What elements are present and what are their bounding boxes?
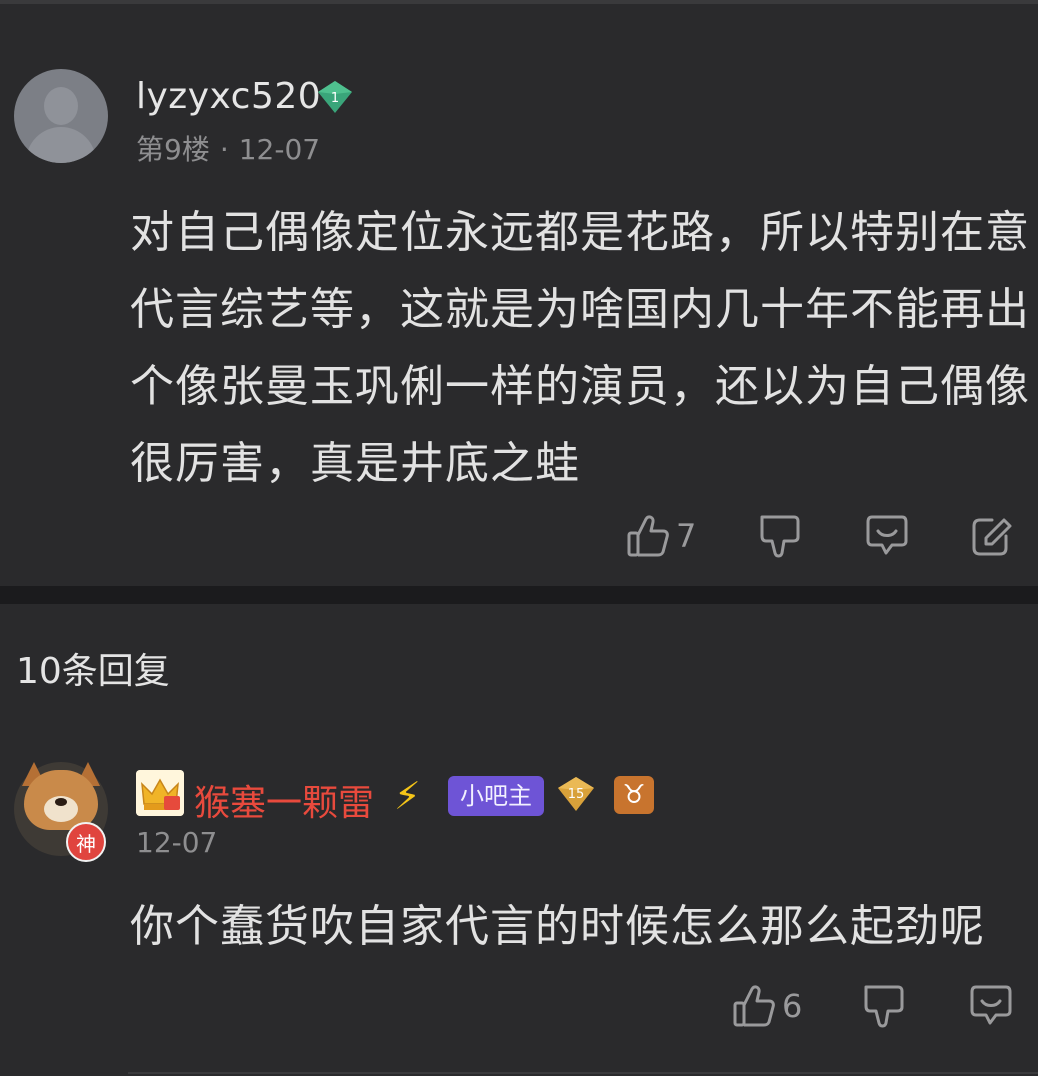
reply-like-count: 6 <box>782 987 803 1025</box>
like-count: 7 <box>676 517 697 555</box>
post-meta: 第9楼 · 12-07 <box>136 128 320 168</box>
avatar-body-shape <box>26 127 96 163</box>
level-number: 15 <box>568 787 585 802</box>
reply-content: 你个蠢货吹自家代言的时候怎么那么起劲呢 <box>130 901 985 952</box>
reply-comment-button[interactable] <box>968 980 1014 1032</box>
moderator-tag: 小吧主 <box>448 776 544 816</box>
post-username[interactable]: lyzyxc520 <box>136 76 321 117</box>
avatar-dog-nose <box>55 798 67 806</box>
reply-actions: 6 <box>0 980 1038 1040</box>
share-button[interactable] <box>970 510 1014 562</box>
thumbs-up-icon <box>627 515 669 557</box>
post-date: 12-07 <box>238 133 321 166</box>
avatar-head-shape <box>44 87 78 125</box>
comment-button[interactable] <box>864 510 910 562</box>
replies-count-title: 10条回复 <box>16 651 170 692</box>
thumbs-down-icon <box>760 515 800 558</box>
post-content: 对自己偶像定位永远都是花路，所以特别在意代言综艺等，这就是为啥国内几十年不能再出… <box>130 207 1030 489</box>
main-post: lyzyxc520 1 第9楼 · 12-07 对自己偶像定位永远都是花路，所以特别… <box>0 4 1038 586</box>
god-badge: 神 <box>66 822 106 862</box>
comment-icon <box>866 515 908 555</box>
level-number: 1 <box>331 91 339 106</box>
level-badge-icon: 1 <box>318 81 352 113</box>
post-actions: 7 <box>0 510 1038 570</box>
comment-icon <box>970 985 1012 1025</box>
reply-like-button[interactable]: 6 <box>732 980 802 1032</box>
thumbs-up-icon <box>733 985 775 1027</box>
thumbs-down-icon <box>864 985 904 1028</box>
level-badge-icon: 15 <box>558 777 594 811</box>
lightning-icon: ⚡ <box>394 774 421 818</box>
dislike-button[interactable] <box>758 510 802 562</box>
reply-username[interactable]: 猴塞一颗雷 <box>194 774 374 826</box>
edit-share-icon <box>972 518 1012 556</box>
section-divider <box>0 586 1038 604</box>
like-button[interactable]: 7 <box>626 510 696 562</box>
meta-separator: · <box>219 133 229 166</box>
user-avatar[interactable] <box>14 69 108 163</box>
bottom-divider <box>128 1072 1038 1074</box>
floor-number: 第9楼 <box>136 133 210 166</box>
reply-dislike-button[interactable] <box>862 980 906 1032</box>
crown-icon <box>136 770 184 816</box>
reply-date: 12-07 <box>136 826 218 859</box>
taurus-zodiac-icon: ♉ <box>614 776 654 814</box>
